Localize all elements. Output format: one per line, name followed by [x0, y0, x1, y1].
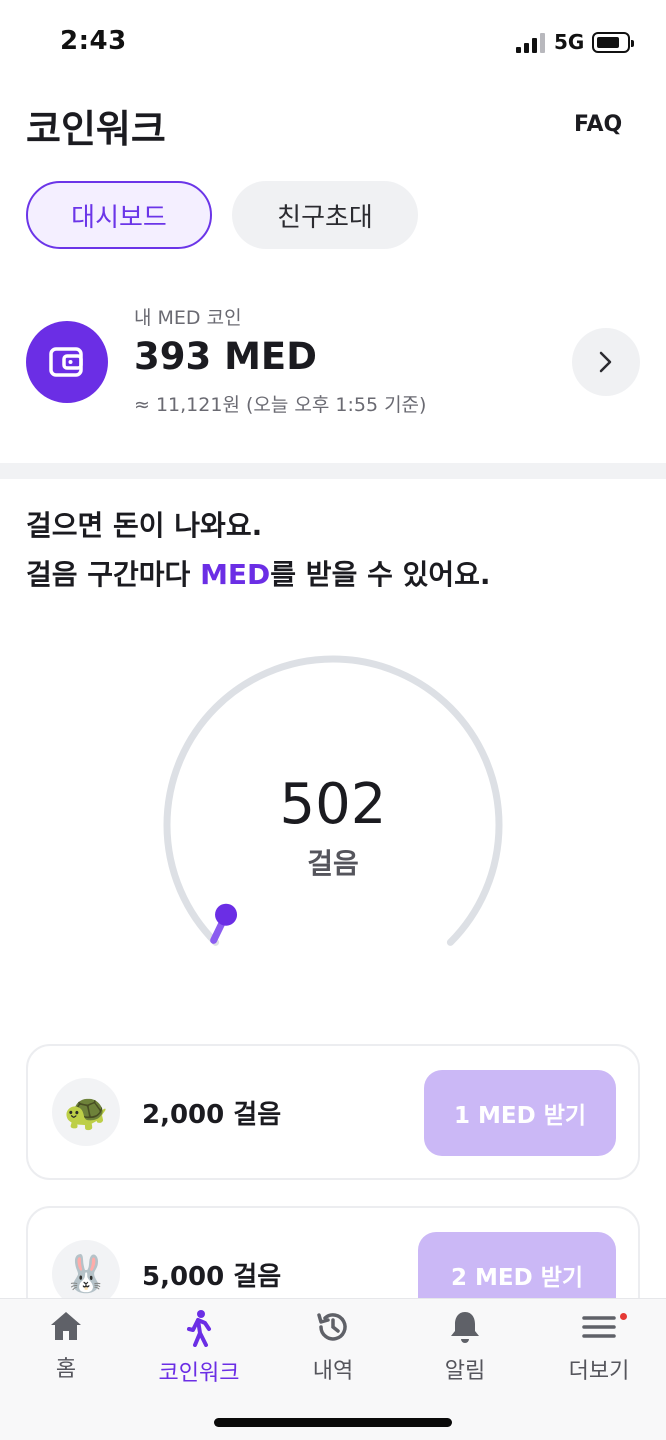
step-unit: 걸음 [307, 847, 359, 880]
battery-icon [592, 32, 634, 53]
reward-steps: 5,000 걸음 [142, 1262, 282, 1292]
faq-link[interactable]: FAQ [574, 112, 622, 137]
step-count: 502 [279, 772, 387, 837]
network-label: 5G [554, 30, 585, 54]
status-bar: 2:43 5G [0, 0, 666, 86]
tab-dashboard[interactable]: 대시보드 [26, 181, 212, 249]
menu-icon [582, 1316, 616, 1338]
walking-icon [187, 1310, 211, 1347]
notification-dot [620, 1313, 627, 1320]
headline-suffix: 를 받을 수 있어요. [270, 558, 491, 591]
headline-line-2: 걸음 구간마다 MED를 받을 수 있어요. [26, 553, 491, 593]
tabbar-label: 홈 [55, 1357, 77, 1382]
tabbar-label: 알림 [444, 1359, 486, 1384]
headline-line-1: 걸으면 돈이 나와요. [26, 509, 263, 542]
coin-detail-button[interactable] [572, 328, 640, 396]
turtle-icon: 🐢 [52, 1078, 120, 1146]
home-indicator [214, 1418, 452, 1427]
headline-accent: MED [200, 558, 271, 591]
tabbar-label: 더보기 [568, 1359, 630, 1384]
tabbar-label: 내역 [312, 1359, 354, 1384]
tabbar-notifications[interactable]: 알림 [410, 1309, 520, 1389]
history-icon [317, 1313, 347, 1341]
status-time: 2:43 [60, 26, 127, 56]
coin-label: 내 MED 코인 [134, 307, 242, 329]
chevron-right-icon [599, 351, 612, 373]
claim-reward-button[interactable]: 1 MED 받기 [424, 1070, 616, 1156]
tabbar-history[interactable]: 내역 [278, 1309, 388, 1389]
tabbar-more[interactable]: 더보기 [544, 1309, 654, 1389]
page-title: 코인워크 [26, 107, 166, 151]
section-divider [0, 463, 666, 479]
bell-icon [451, 1312, 479, 1343]
headline-prefix: 걸음 구간마다 [26, 558, 201, 591]
tabbar-home[interactable]: 홈 [11, 1309, 121, 1389]
home-icon [51, 1312, 81, 1340]
wallet-icon [26, 321, 108, 403]
tab-invite-friends[interactable]: 친구초대 [232, 181, 418, 249]
signal-icon [516, 33, 546, 53]
reward-card: 🐢 2,000 걸음 1 MED 받기 [26, 1044, 640, 1180]
reward-steps: 2,000 걸음 [142, 1100, 282, 1130]
tabbar-coinwalk[interactable]: 코인워크 [144, 1309, 254, 1389]
tabbar-label: 코인워크 [158, 1361, 240, 1386]
gauge-knob [215, 903, 238, 926]
coin-krw-value: ≈ 11,121원 (오늘 오후 1:55 기준) [134, 394, 427, 416]
coin-amount: 393 MED [134, 335, 317, 378]
